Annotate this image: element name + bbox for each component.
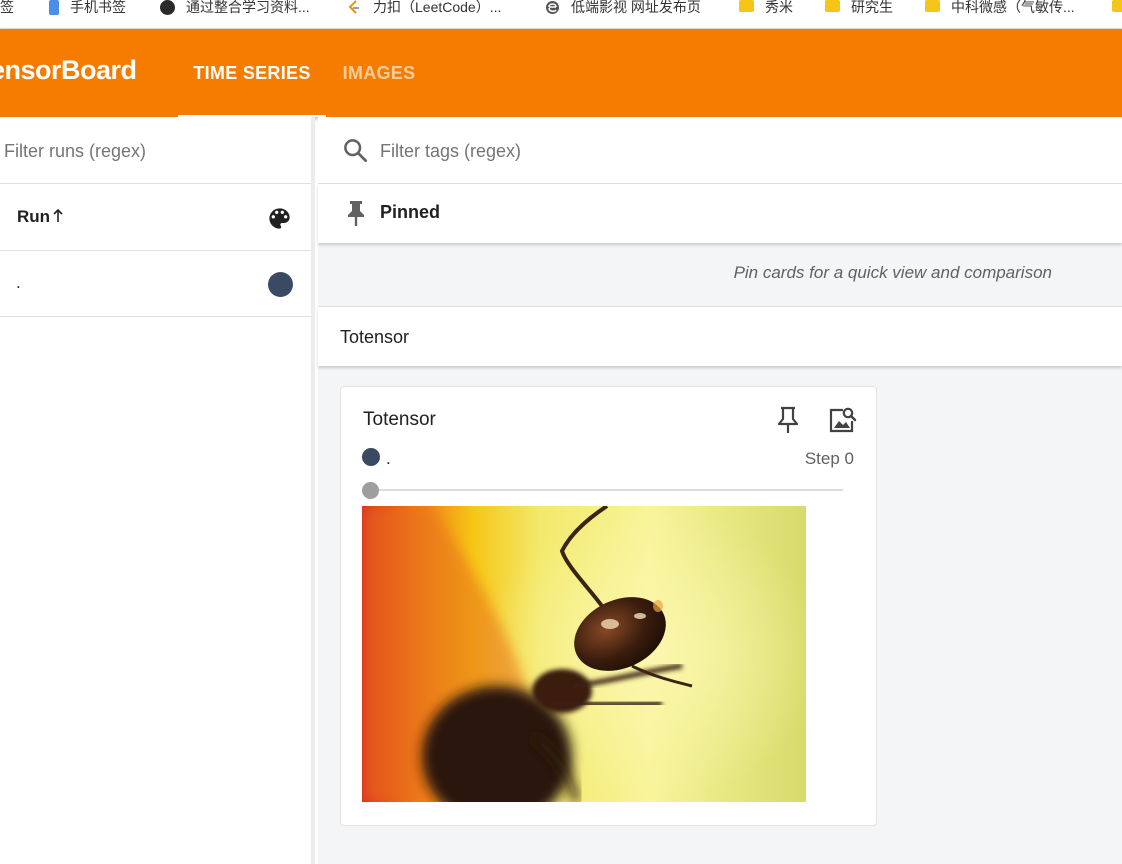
site-icon [546, 1, 559, 14]
run-column-header[interactable]: Run [17, 207, 50, 227]
bookmark-item[interactable]: 秀米 [739, 0, 793, 28]
bookmark-item[interactable]: 手机书签 [47, 0, 126, 28]
bookmark-label: 低端影视 网址发布页 [571, 0, 701, 15]
card-group-name: Totensor [340, 327, 410, 347]
site-icon [160, 0, 175, 15]
folder-icon [825, 0, 840, 12]
tab-time-series[interactable]: TIME SERIES [178, 29, 326, 117]
card-title: Totensor [363, 409, 436, 430]
folder-icon [1112, 0, 1122, 12]
bookmark-item[interactable]: 中科微感（气敏传... [925, 0, 1075, 28]
folder-icon [739, 0, 754, 12]
sample-image[interactable] [362, 506, 806, 802]
main-dashboard: Pinned Pin cards for a quick view and co… [318, 117, 1122, 864]
card-step-label: Step 0 [804, 449, 854, 468]
bookmark-item[interactable]: 通过整合学习资料... [160, 0, 310, 28]
step-slider-thumb[interactable] [362, 482, 379, 499]
bookmark-label: 研究生 [851, 0, 893, 15]
bookmark-label: 秀米 [765, 0, 793, 15]
filter-runs-bar [0, 117, 311, 184]
pinned-hint: Pin cards for a quick view and compariso… [733, 263, 1052, 282]
tab-images[interactable]: IMAGES [326, 29, 432, 117]
card-run-color-dot [362, 448, 380, 466]
pinned-empty-state: Pin cards for a quick view and compariso… [318, 243, 1122, 307]
bookmark-label: 手机书签 [70, 0, 126, 15]
bookmark-item[interactable]: 力扣（LeetCode）... [347, 0, 502, 28]
ant-photo [362, 506, 806, 802]
bookmark-item[interactable]: 书签 [0, 0, 14, 28]
pin-card-icon[interactable] [775, 405, 801, 435]
bookmark-item[interactable]: 研究生 [825, 0, 893, 28]
image-card: Totensor . Step 0 [340, 386, 877, 826]
bookmarks-bar: 书签 手机书签 通过整合学习资料... 力扣（LeetCode）... 低端影视… [0, 0, 1122, 29]
phone-icon [49, 0, 59, 15]
pinned-section-header: Pinned [318, 184, 1122, 243]
pin-icon [348, 201, 364, 226]
step-slider-track[interactable] [371, 489, 843, 491]
app-header: ensorBoard TIME SERIES IMAGES [0, 29, 1122, 117]
brand-logo[interactable]: ensorBoard [0, 55, 137, 86]
image-zoom-icon[interactable] [827, 405, 857, 435]
bookmark-item[interactable]: 低端影视 网址发布页 [545, 0, 701, 28]
runs-table-header: Run [0, 184, 311, 251]
bookmark-label: 通过整合学习资料... [186, 0, 310, 15]
card-run-name: . [386, 449, 391, 468]
leetcode-icon [348, 0, 359, 14]
run-name: . [16, 273, 21, 292]
folder-icon [925, 0, 940, 12]
card-group-header[interactable]: Totensor [318, 307, 1122, 366]
filter-tags-bar [318, 117, 1122, 184]
bookmark-label: 力扣（LeetCode）... [373, 0, 502, 15]
bookmark-label: 中科微感（气敏传... [951, 0, 1075, 15]
bookmark-label: 书签 [0, 0, 14, 15]
runs-sidebar: Run . [0, 117, 315, 864]
pinned-label: Pinned [380, 202, 441, 222]
palette-icon[interactable] [266, 205, 293, 232]
run-row[interactable]: . [0, 251, 311, 317]
filter-tags-input[interactable] [380, 137, 1080, 165]
bookmark-item[interactable] [1112, 0, 1122, 28]
run-color-swatch[interactable] [268, 272, 293, 297]
sort-ascending-icon[interactable] [52, 208, 64, 224]
search-icon [344, 139, 367, 162]
filter-runs-input[interactable] [4, 137, 294, 165]
